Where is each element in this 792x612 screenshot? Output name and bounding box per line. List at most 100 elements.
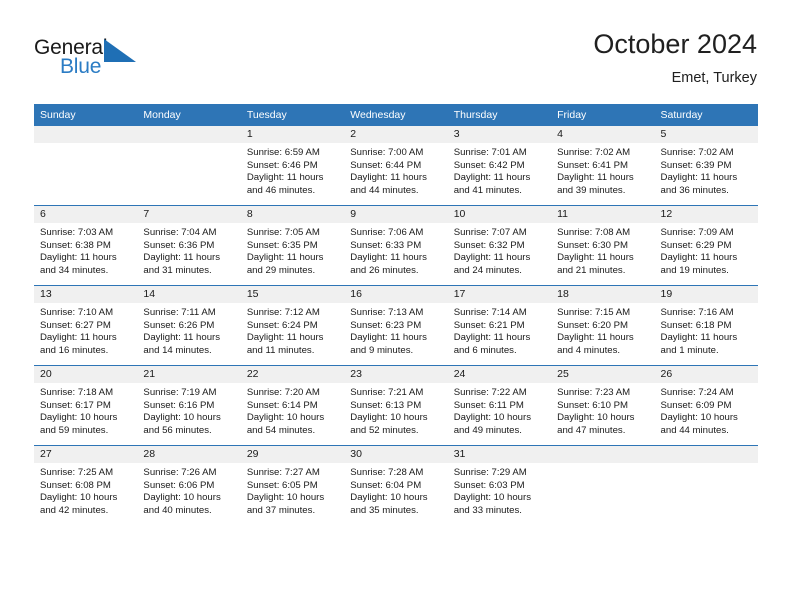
calendar-week-row: 1 Sunrise: 6:59 AM Sunset: 6:46 PM Daylight… (34, 126, 758, 206)
daylight-text: Daylight: 11 hours and 41 minutes. (453, 172, 531, 196)
calendar-day-cell[interactable]: 9 Sunrise: 7:06 AM Sunset: 6:33 PM Daylight… (344, 205, 448, 286)
day-number (137, 126, 241, 143)
weekday-header-monday: Monday (137, 104, 241, 126)
day-sun-info: Sunrise: 7:20 AM Sunset: 6:14 PM Daylight:… (241, 383, 344, 437)
day-sun-info: Sunrise: 7:10 AM Sunset: 6:27 PM Daylight:… (34, 303, 137, 357)
day-number: 26 (654, 366, 758, 383)
calendar-day-cell[interactable]: 5 Sunrise: 7:02 AM Sunset: 6:39 PM Daylight… (654, 126, 758, 206)
weekday-header-friday: Friday (551, 104, 655, 126)
day-cell-inner: 30 Sunrise: 7:28 AM Sunset: 6:04 PM Dayligh… (344, 446, 448, 525)
logo-text-blue: Blue (60, 55, 102, 78)
day-cell-inner: 18 Sunrise: 7:15 AM Sunset: 6:20 PM Dayligh… (551, 286, 655, 366)
day-number: 11 (551, 206, 655, 223)
calendar-day-cell[interactable]: 3 Sunrise: 7:01 AM Sunset: 6:42 PM Daylight… (447, 126, 552, 206)
calendar-day-cell[interactable]: 26 Sunrise: 7:24 AM Sunset: 6:09 PM Dayligh… (654, 365, 758, 446)
sunset-text: Sunset: 6:39 PM (660, 159, 732, 171)
daylight-text: Daylight: 10 hours and 54 minutes. (246, 412, 325, 436)
calendar-day-cell[interactable]: 6 Sunrise: 7:03 AM Sunset: 6:38 PM Daylight… (34, 205, 138, 286)
day-number: 17 (447, 286, 552, 303)
general-blue-logo[interactable]: General Blue (34, 36, 164, 84)
daylight-text: Daylight: 11 hours and 26 minutes. (350, 252, 427, 276)
sunset-text: Sunset: 6:09 PM (660, 399, 732, 411)
sunset-text: Sunset: 6:44 PM (350, 159, 422, 171)
calendar-day-cell[interactable]: 14 Sunrise: 7:11 AM Sunset: 6:26 PM Dayligh… (137, 285, 241, 366)
daylight-text: Daylight: 11 hours and 9 minutes. (350, 332, 427, 356)
sunrise-text: Sunrise: 7:12 AM (246, 307, 320, 318)
day-sun-info: Sunrise: 7:06 AM Sunset: 6:33 PM Daylight:… (344, 223, 447, 277)
sunset-text: Sunset: 6:24 PM (246, 319, 318, 331)
day-number: 22 (240, 366, 345, 383)
day-cell-inner: 29 Sunrise: 7:27 AM Sunset: 6:05 PM Dayligh… (240, 446, 345, 525)
day-cell-inner: 25 Sunrise: 7:23 AM Sunset: 6:10 PM Dayligh… (551, 366, 655, 446)
calendar-day-cell[interactable]: 29 Sunrise: 7:27 AM Sunset: 6:05 PM Dayligh… (240, 445, 345, 525)
day-number: 7 (137, 206, 241, 223)
calendar-day-cell[interactable]: 22 Sunrise: 7:20 AM Sunset: 6:14 PM Dayligh… (240, 365, 345, 446)
day-cell-inner: 2 Sunrise: 7:00 AM Sunset: 6:44 PM Daylight… (344, 126, 448, 205)
calendar-day-cell[interactable]: 7 Sunrise: 7:04 AM Sunset: 6:36 PM Daylight… (137, 205, 241, 286)
calendar-day-cell[interactable]: 23 Sunrise: 7:21 AM Sunset: 6:13 PM Dayligh… (344, 365, 448, 446)
sunrise-text: Sunrise: 7:22 AM (453, 387, 527, 398)
calendar-day-cell[interactable]: 12 Sunrise: 7:09 AM Sunset: 6:29 PM Dayligh… (654, 205, 758, 286)
daylight-text: Daylight: 10 hours and 56 minutes. (143, 412, 221, 436)
day-sun-info: Sunrise: 7:13 AM Sunset: 6:23 PM Daylight:… (344, 303, 447, 357)
day-number: 12 (654, 206, 758, 223)
sunset-text: Sunset: 6:11 PM (453, 399, 524, 411)
day-sun-info: Sunrise: 7:25 AM Sunset: 6:08 PM Daylight:… (34, 463, 137, 517)
calendar-day-cell[interactable]: 20 Sunrise: 7:18 AM Sunset: 6:17 PM Dayligh… (34, 365, 138, 446)
day-sun-info: Sunrise: 7:05 AM Sunset: 6:35 PM Daylight:… (241, 223, 344, 277)
day-cell-inner: 5 Sunrise: 7:02 AM Sunset: 6:39 PM Daylight… (654, 126, 758, 205)
daylight-text: Daylight: 10 hours and 59 minutes. (40, 412, 118, 436)
calendar-day-cell[interactable]: 4 Sunrise: 7:02 AM Sunset: 6:41 PM Daylight… (551, 126, 655, 206)
sunrise-sunset-calendar-table: Sunday Monday Tuesday Wednesday Thursday Frid… (34, 104, 758, 525)
calendar-week-row: 6 Sunrise: 7:03 AM Sunset: 6:38 PM Daylight… (34, 205, 758, 286)
day-cell-inner: 28 Sunrise: 7:26 AM Sunset: 6:06 PM Dayligh… (137, 446, 241, 525)
day-cell-inner: 24 Sunrise: 7:22 AM Sunset: 6:11 PM Dayligh… (447, 366, 552, 446)
daylight-text: Daylight: 11 hours and 19 minutes. (660, 252, 738, 276)
calendar-day-cell[interactable]: 19 Sunrise: 7:16 AM Sunset: 6:18 PM Dayligh… (654, 285, 758, 366)
weekday-header-sunday: Sunday (34, 104, 138, 126)
sunrise-text: Sunrise: 7:19 AM (143, 387, 217, 398)
sunrise-text: Sunrise: 7:28 AM (350, 467, 424, 478)
calendar-day-cell[interactable]: 16 Sunrise: 7:13 AM Sunset: 6:23 PM Dayligh… (344, 285, 448, 366)
calendar-day-cell[interactable]: 31 Sunrise: 7:29 AM Sunset: 6:03 PM Dayligh… (447, 445, 552, 525)
day-sun-info: Sunrise: 7:11 AM Sunset: 6:26 PM Daylight:… (137, 303, 240, 357)
day-cell-inner: 12 Sunrise: 7:09 AM Sunset: 6:29 PM Dayligh… (654, 206, 758, 286)
day-cell-inner (654, 446, 758, 525)
sunset-text: Sunset: 6:18 PM (660, 319, 732, 331)
calendar-day-cell[interactable]: 24 Sunrise: 7:22 AM Sunset: 6:11 PM Dayligh… (447, 365, 552, 446)
calendar-day-cell[interactable]: 1 Sunrise: 6:59 AM Sunset: 6:46 PM Daylight… (240, 126, 345, 206)
day-cell-inner: 8 Sunrise: 7:05 AM Sunset: 6:35 PM Daylight… (240, 206, 345, 286)
daylight-text: Daylight: 10 hours and 44 minutes. (660, 412, 738, 436)
sunset-text: Sunset: 6:41 PM (557, 159, 629, 171)
calendar-day-cell[interactable]: 13 Sunrise: 7:10 AM Sunset: 6:27 PM Dayligh… (34, 285, 138, 366)
sunrise-text: Sunrise: 7:05 AM (246, 227, 320, 238)
day-number (34, 126, 138, 143)
day-sun-info: Sunrise: 7:21 AM Sunset: 6:13 PM Daylight:… (344, 383, 447, 437)
daylight-text: Daylight: 10 hours and 49 minutes. (453, 412, 532, 436)
calendar-day-cell[interactable]: 18 Sunrise: 7:15 AM Sunset: 6:20 PM Dayligh… (551, 285, 655, 366)
day-cell-inner: 17 Sunrise: 7:14 AM Sunset: 6:21 PM Dayligh… (447, 286, 552, 366)
daylight-text: Daylight: 11 hours and 36 minutes. (660, 172, 738, 196)
calendar-day-cell[interactable]: 17 Sunrise: 7:14 AM Sunset: 6:21 PM Dayligh… (447, 285, 552, 366)
calendar-day-cell[interactable]: 25 Sunrise: 7:23 AM Sunset: 6:10 PM Dayligh… (551, 365, 655, 446)
calendar-day-cell[interactable]: 27 Sunrise: 7:25 AM Sunset: 6:08 PM Dayligh… (34, 445, 138, 525)
calendar-day-cell[interactable]: 8 Sunrise: 7:05 AM Sunset: 6:35 PM Daylight… (240, 205, 345, 286)
calendar-day-cell[interactable]: 2 Sunrise: 7:00 AM Sunset: 6:44 PM Daylight… (344, 126, 448, 206)
calendar-day-cell[interactable]: 28 Sunrise: 7:26 AM Sunset: 6:06 PM Dayligh… (137, 445, 241, 525)
daylight-text: Daylight: 11 hours and 34 minutes. (40, 252, 117, 276)
daylight-text: Daylight: 11 hours and 31 minutes. (143, 252, 221, 276)
sunrise-text: Sunrise: 7:10 AM (40, 307, 114, 318)
day-cell-inner: 26 Sunrise: 7:24 AM Sunset: 6:09 PM Dayligh… (654, 366, 758, 446)
calendar-day-cell[interactable]: 30 Sunrise: 7:28 AM Sunset: 6:04 PM Dayligh… (344, 445, 448, 525)
day-number: 30 (344, 446, 448, 463)
day-sun-info: Sunrise: 7:18 AM Sunset: 6:17 PM Daylight:… (34, 383, 137, 437)
day-cell-inner: 23 Sunrise: 7:21 AM Sunset: 6:13 PM Dayligh… (344, 366, 448, 446)
daylight-text: Daylight: 10 hours and 35 minutes. (350, 492, 428, 516)
calendar-day-cell[interactable]: 15 Sunrise: 7:12 AM Sunset: 6:24 PM Dayligh… (240, 285, 345, 366)
calendar-week-row: 13 Sunrise: 7:10 AM Sunset: 6:27 PM Dayligh… (34, 285, 758, 366)
day-number: 20 (34, 366, 138, 383)
calendar-day-cell[interactable]: 11 Sunrise: 7:08 AM Sunset: 6:30 PM Dayligh… (551, 205, 655, 286)
calendar-day-cell[interactable]: 21 Sunrise: 7:19 AM Sunset: 6:16 PM Dayligh… (137, 365, 241, 446)
calendar-day-cell[interactable]: 10 Sunrise: 7:07 AM Sunset: 6:32 PM Dayligh… (447, 205, 552, 286)
calendar-week-row: 27 Sunrise: 7:25 AM Sunset: 6:08 PM Dayligh… (34, 445, 758, 525)
